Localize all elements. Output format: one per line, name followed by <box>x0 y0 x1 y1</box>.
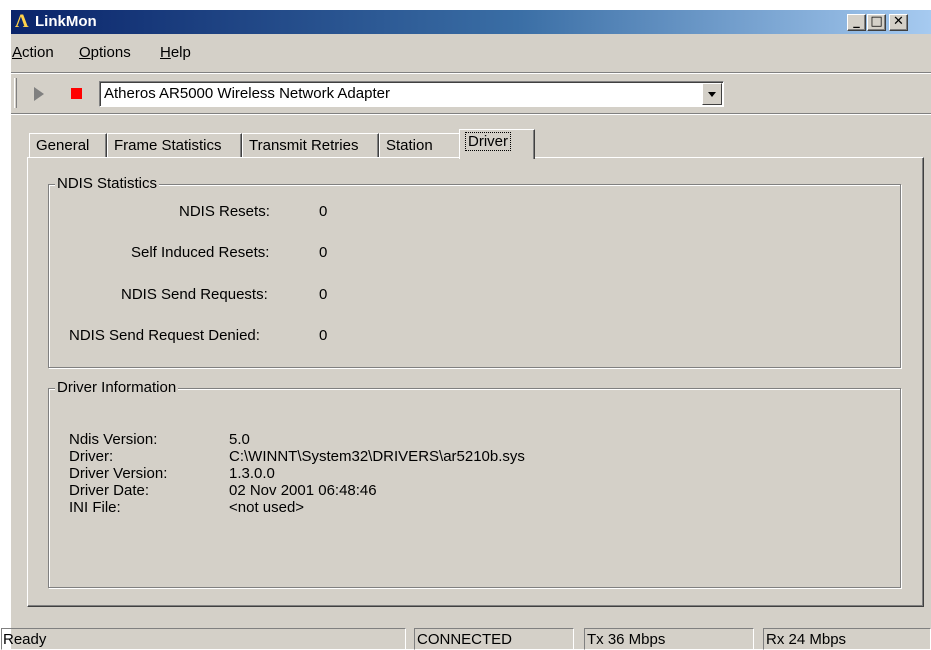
driver-date-value: 02 Nov 2001 06:48:46 <box>229 482 377 499</box>
ini-file-label: INI File: <box>69 499 121 516</box>
self-induced-resets-label: Self Induced Resets: <box>131 244 270 261</box>
menu-options-label: ptions <box>90 44 131 61</box>
tab-frame-statistics[interactable]: Frame Statistics <box>107 133 242 157</box>
ndis-send-requests-label: NDIS Send Requests: <box>121 286 268 303</box>
tab-frame-statistics-label: Frame Statistics <box>114 137 222 154</box>
adapter-select[interactable]: Atheros AR5000 Wireless Network Adapter <box>99 81 724 107</box>
driver-path-label: Driver: <box>69 448 114 465</box>
maximize-button[interactable]: □ <box>867 14 886 31</box>
tab-transmit-retries[interactable]: Transmit Retries <box>242 133 379 157</box>
driver-version-value: 1.3.0.0 <box>229 465 275 482</box>
driver-date-label: Driver Date: <box>69 482 150 499</box>
ndis-send-request-denied-value: 0 <box>319 327 328 344</box>
tab-general-label: General <box>36 137 90 154</box>
chevron-down-icon <box>708 92 716 97</box>
driver-tab-panel: NDIS Statistics NDIS Resets: 0 Self Indu… <box>27 157 924 607</box>
tab-driver[interactable]: Driver <box>459 129 535 159</box>
maximize-icon: □ <box>870 14 883 29</box>
driver-path-value: C:\WINNT\System32\DRIVERS\ar5210b.sys <box>229 448 525 465</box>
ndis-version-value: 5.0 <box>229 431 250 448</box>
adapter-dropdown-button[interactable] <box>702 83 722 105</box>
menu-action[interactable]: Action <box>12 44 54 61</box>
driver-information-title: Driver Information <box>55 379 179 396</box>
menu-help-mnemonic: H <box>160 44 171 61</box>
tab-driver-label: Driver <box>465 132 511 151</box>
toolbar-grip[interactable] <box>14 78 17 108</box>
adapter-select-value: Atheros AR5000 Wireless Network Adapter <box>104 85 390 102</box>
app-window: Λ LinkMon _ □ ✕ Action Options Help Athe… <box>1 9 931 650</box>
ini-file-value: <not used> <box>229 499 305 516</box>
close-button[interactable]: ✕ <box>889 14 908 31</box>
driver-information-group: Driver Information Ndis Version: 5.0 Dri… <box>48 379 901 588</box>
minimize-button[interactable]: _ <box>847 14 866 31</box>
tx-rate: Tx 36 Mbps <box>584 628 754 650</box>
status-message: Ready <box>1 628 406 650</box>
status-bar: Ready CONNECTED Tx 36 Mbps Rx 24 Mbps <box>1 626 931 650</box>
tab-station[interactable]: Station <box>379 133 462 157</box>
stop-button[interactable] <box>66 83 88 105</box>
app-logo-icon: Λ <box>15 11 29 32</box>
menu-help[interactable]: Help <box>160 44 191 61</box>
self-induced-resets-value: 0 <box>319 244 328 261</box>
ndis-send-request-denied-label: NDIS Send Request Denied: <box>69 327 260 344</box>
window-title: LinkMon <box>35 13 97 30</box>
connection-status: CONNECTED <box>414 628 574 650</box>
start-button[interactable] <box>28 83 50 105</box>
ndis-statistics-title: NDIS Statistics <box>55 175 160 192</box>
menu-help-label: elp <box>170 44 191 61</box>
close-icon: ✕ <box>893 14 904 29</box>
driver-version-label: Driver Version: <box>69 465 168 482</box>
tab-general[interactable]: General <box>29 133 107 157</box>
stop-icon <box>71 88 82 99</box>
title-bar[interactable]: Λ LinkMon _ □ ✕ <box>11 10 931 34</box>
tab-station-label: Station <box>386 137 433 154</box>
ndis-resets-label: NDIS Resets: <box>179 203 270 220</box>
menu-options-mnemonic: O <box>79 44 91 61</box>
play-icon <box>34 87 44 101</box>
ndis-statistics-group: NDIS Statistics NDIS Resets: 0 Self Indu… <box>48 175 901 368</box>
toolbar-separator <box>11 113 931 115</box>
menu-action-label: ction <box>22 44 54 61</box>
ndis-version-label: Ndis Version: <box>69 431 158 448</box>
rx-rate: Rx 24 Mbps <box>763 628 931 650</box>
menu-options[interactable]: Options <box>79 44 131 61</box>
tab-transmit-retries-label: Transmit Retries <box>249 137 359 154</box>
ndis-send-requests-value: 0 <box>319 286 328 303</box>
ndis-resets-value: 0 <box>319 203 328 220</box>
menu-separator <box>11 72 931 74</box>
menu-action-mnemonic: A <box>12 44 23 61</box>
minimize-icon: _ <box>853 14 860 29</box>
